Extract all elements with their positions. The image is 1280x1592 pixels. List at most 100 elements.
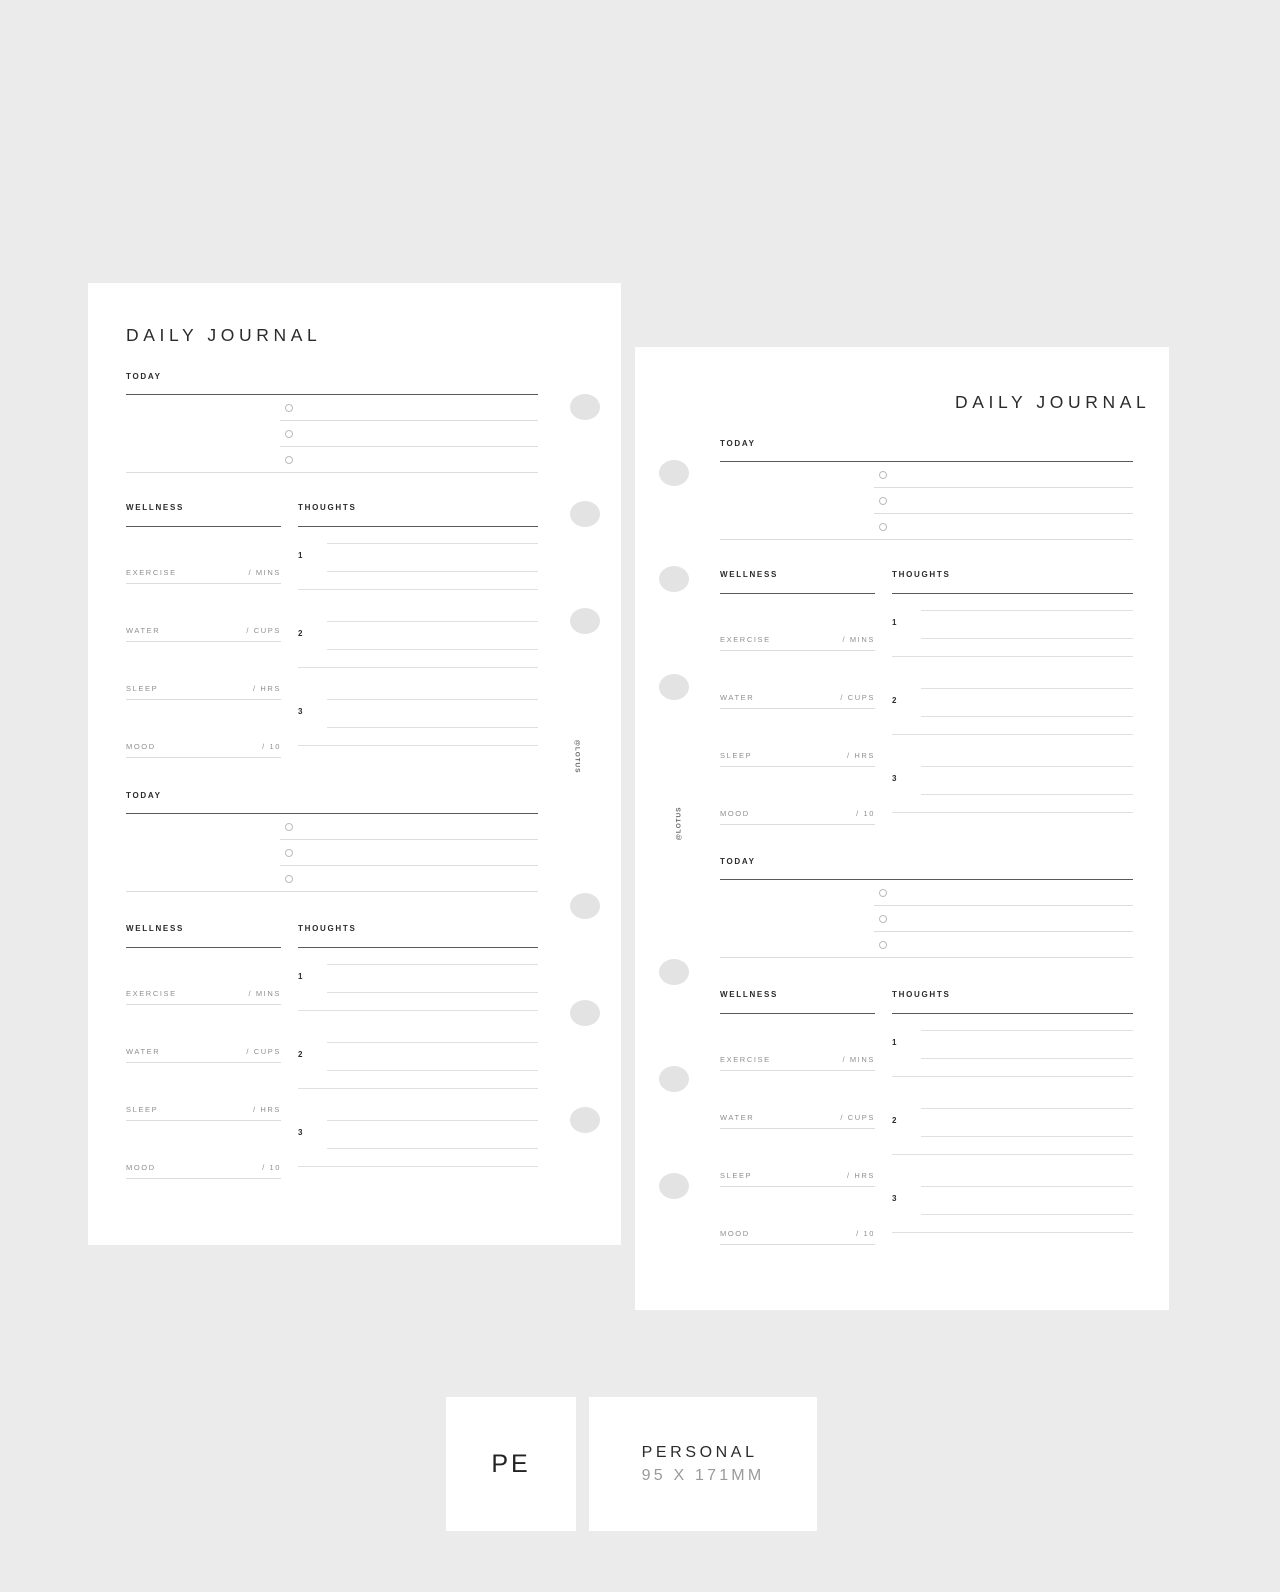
thought-write-line[interactable] [327, 621, 538, 622]
checklist-item[interactable] [874, 462, 1133, 488]
thought-write-line[interactable] [327, 649, 538, 650]
metric-row[interactable]: SLEEP / HRS [126, 642, 281, 700]
thought-entry[interactable]: 1 [892, 594, 1133, 672]
metric-row[interactable]: MOOD / 10 [720, 1187, 875, 1245]
metric-row[interactable]: MOOD / 10 [126, 1121, 281, 1179]
checklist-item[interactable] [280, 840, 538, 866]
thought-number: 1 [298, 551, 303, 560]
checklist-item[interactable] [874, 880, 1133, 906]
today-label: TODAY [720, 439, 756, 448]
thoughts-label: THOUGHTS [298, 924, 357, 933]
wellness-column: WELLNESS EXERCISE / MINS WATER / CUPS SL… [126, 503, 281, 761]
checkbox-circle-icon[interactable] [285, 403, 293, 412]
checkbox-circle-icon[interactable] [879, 522, 887, 531]
thought-entry[interactable]: 2 [298, 1026, 538, 1104]
metric-name: MOOD [720, 1229, 750, 1238]
checkbox-circle-icon[interactable] [285, 874, 293, 883]
checklist-item[interactable] [280, 421, 538, 447]
checkbox-circle-icon[interactable] [285, 822, 293, 831]
thought-write-line[interactable] [327, 1042, 538, 1043]
metric-row[interactable]: WATER / CUPS [126, 584, 281, 642]
metric-unit: / HRS [252, 1105, 281, 1114]
thought-write-line[interactable] [921, 1030, 1133, 1031]
metric-row[interactable]: EXERCISE / MINS [126, 948, 281, 1005]
metric-name: EXERCISE [126, 568, 177, 577]
thought-write-line[interactable] [921, 794, 1133, 795]
metric-name: EXERCISE [720, 1055, 771, 1064]
metric-row[interactable]: EXERCISE / MINS [126, 527, 281, 584]
thought-group-divider [298, 667, 538, 668]
thoughts-label: THOUGHTS [892, 570, 951, 579]
metric-row[interactable]: WATER / CUPS [720, 1071, 875, 1129]
thought-entry[interactable]: 3 [892, 750, 1133, 828]
metric-row[interactable]: SLEEP / HRS [720, 1129, 875, 1187]
today-section: TODAY [126, 372, 538, 473]
thought-write-line[interactable] [921, 1108, 1133, 1109]
checkbox-circle-icon[interactable] [285, 455, 293, 464]
thought-entry[interactable]: 2 [892, 672, 1133, 750]
thought-write-line[interactable] [327, 1070, 538, 1071]
thought-number: 1 [892, 1038, 897, 1047]
metric-row[interactable]: SLEEP / HRS [126, 1063, 281, 1121]
metric-row[interactable]: MOOD / 10 [720, 767, 875, 825]
thought-write-line[interactable] [921, 638, 1133, 639]
today-notes-area[interactable] [720, 462, 874, 540]
thought-entry[interactable]: 1 [298, 948, 538, 1026]
thought-write-line[interactable] [921, 766, 1133, 767]
thought-write-line[interactable] [327, 571, 538, 572]
today-notes-area[interactable] [126, 814, 280, 892]
checkbox-circle-icon[interactable] [879, 470, 887, 479]
metric-row[interactable]: WATER / CUPS [720, 651, 875, 709]
thought-write-line[interactable] [921, 1186, 1133, 1187]
metric-row[interactable]: EXERCISE / MINS [720, 594, 875, 651]
thought-write-line[interactable] [921, 688, 1133, 689]
thought-write-line[interactable] [327, 699, 538, 700]
size-name-label: PERSONAL [641, 1443, 758, 1461]
checklist-item[interactable] [280, 814, 538, 840]
thought-entry[interactable]: 2 [892, 1092, 1133, 1170]
thought-entry[interactable]: 1 [298, 527, 538, 605]
thought-write-line[interactable] [327, 964, 538, 965]
today-notes-area[interactable] [720, 880, 874, 958]
checkbox-circle-icon[interactable] [879, 888, 887, 897]
thought-entry[interactable]: 1 [892, 1014, 1133, 1092]
thought-entry[interactable]: 3 [298, 1104, 538, 1182]
thought-group-divider [892, 1076, 1133, 1077]
thought-write-line[interactable] [327, 727, 538, 728]
checklist-item[interactable] [280, 395, 538, 421]
thought-write-line[interactable] [921, 610, 1133, 611]
metric-row[interactable]: SLEEP / HRS [720, 709, 875, 767]
thought-number: 1 [892, 618, 897, 627]
thought-write-line[interactable] [327, 992, 538, 993]
thought-write-line[interactable] [921, 716, 1133, 717]
metric-row[interactable]: EXERCISE / MINS [720, 1014, 875, 1071]
checklist-item[interactable] [874, 932, 1133, 958]
checklist-item[interactable] [874, 906, 1133, 932]
thought-write-line[interactable] [327, 1120, 538, 1121]
checklist-item[interactable] [874, 514, 1133, 540]
checkbox-circle-icon[interactable] [285, 848, 293, 857]
metric-name: SLEEP [126, 684, 159, 693]
checkbox-circle-icon[interactable] [879, 940, 887, 949]
thought-group-divider [892, 734, 1133, 735]
checkbox-circle-icon[interactable] [879, 914, 887, 923]
thought-write-line[interactable] [921, 1058, 1133, 1059]
thought-entry[interactable]: 3 [298, 683, 538, 761]
checklist-item[interactable] [280, 866, 538, 892]
checklist-item[interactable] [874, 488, 1133, 514]
checkbox-circle-icon[interactable] [285, 429, 293, 438]
metric-name: SLEEP [126, 1105, 159, 1114]
metric-row[interactable]: WATER / CUPS [126, 1005, 281, 1063]
today-notes-area[interactable] [126, 395, 280, 473]
checklist-item[interactable] [280, 447, 538, 473]
checkbox-circle-icon[interactable] [879, 496, 887, 505]
thought-write-line[interactable] [327, 543, 538, 544]
thought-write-line[interactable] [921, 1214, 1133, 1215]
thought-write-line[interactable] [327, 1148, 538, 1149]
thought-write-line[interactable] [921, 1136, 1133, 1137]
thought-entry[interactable]: 3 [892, 1170, 1133, 1248]
thought-entry[interactable]: 2 [298, 605, 538, 683]
metric-unit: / 10 [856, 809, 875, 818]
thought-group-divider [298, 1166, 538, 1167]
metric-row[interactable]: MOOD / 10 [126, 700, 281, 758]
